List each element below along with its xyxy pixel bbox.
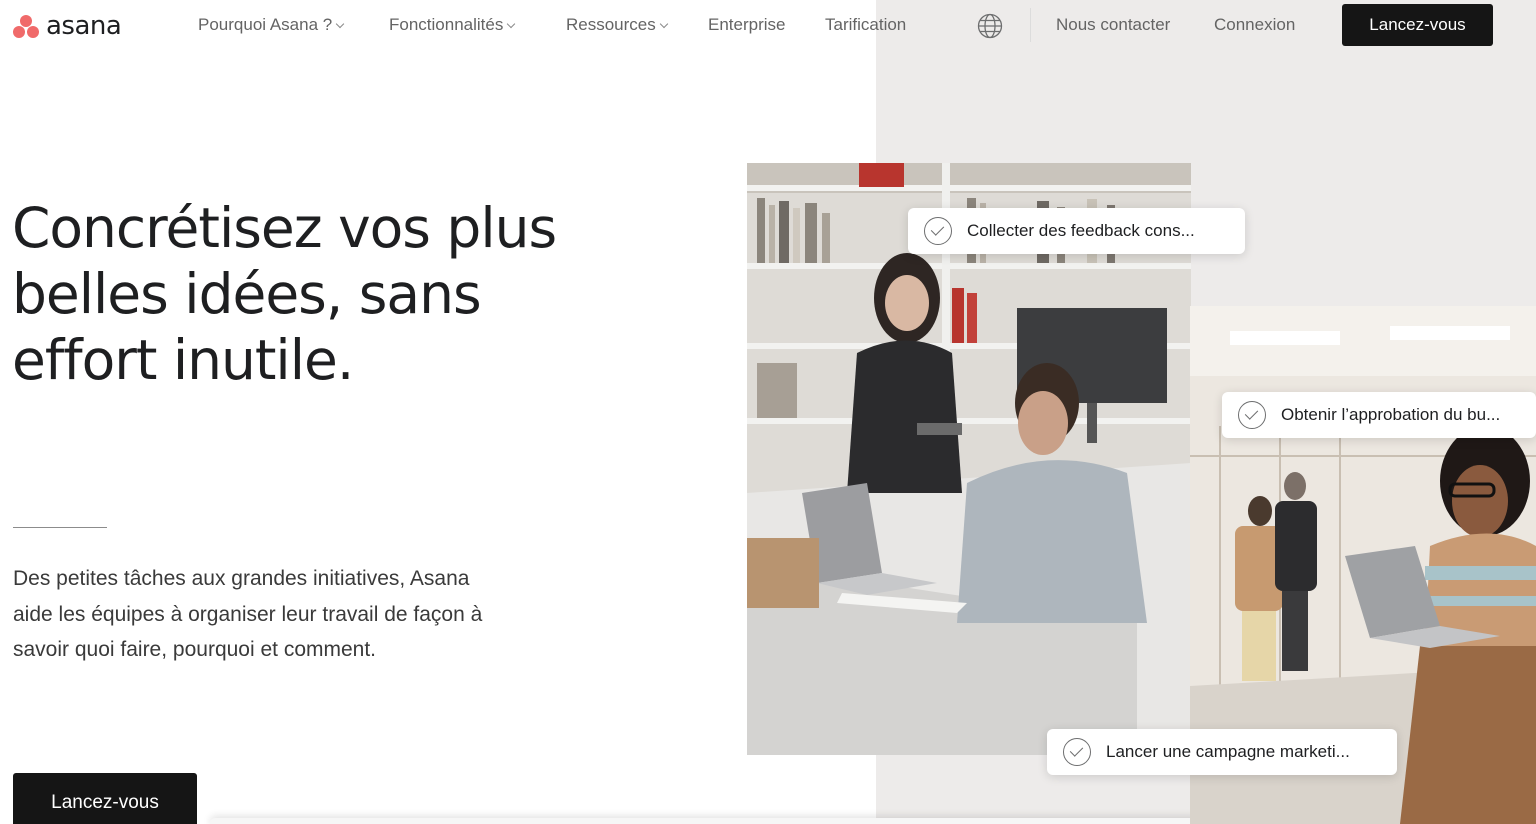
task-label: Lancer une campagne marketi...: [1106, 742, 1350, 761]
chevron-down-icon: [659, 19, 669, 29]
nav-features-label: Fonctionnalités: [389, 15, 504, 34]
nav-login[interactable]: Connexion: [1214, 15, 1295, 35]
nav-resources-label: Ressources: [566, 15, 656, 34]
top-navigation: asana Pourquoi Asana ? Fonctionnalités R…: [0, 0, 1536, 52]
nav-pricing[interactable]: Tarification: [825, 15, 906, 35]
asana-logo[interactable]: asana: [12, 10, 122, 42]
nav-why-asana-label: Pourquoi Asana ?: [198, 15, 333, 34]
scroll-card-edge: [210, 818, 1210, 824]
nav-features[interactable]: Fonctionnalités: [389, 15, 516, 35]
asana-logo-icon: [12, 12, 42, 40]
chevron-down-icon: [507, 19, 516, 29]
hero-headline: Concrétisez vos plus belles idées, sans …: [12, 196, 557, 392]
check-circle-icon[interactable]: [1063, 738, 1091, 766]
hero-divider: [13, 527, 107, 528]
nav-enterprise[interactable]: Enterprise: [708, 15, 785, 35]
nav-contact[interactable]: Nous contacter: [1056, 15, 1170, 35]
task-label: Obtenir l’approbation du bu...: [1281, 405, 1501, 424]
nav-why-asana[interactable]: Pourquoi Asana ?: [198, 15, 345, 35]
check-circle-icon[interactable]: [1238, 401, 1266, 429]
hero-subtext: Des petites tâches aux grandes initiativ…: [13, 567, 483, 661]
get-started-button[interactable]: Lancez-vous: [1342, 4, 1493, 46]
check-circle-icon[interactable]: [924, 217, 952, 245]
hero-get-started-button[interactable]: Lancez-vous: [13, 773, 197, 824]
nav-resources[interactable]: Ressources: [566, 15, 669, 35]
task-card-marketing-campaign: Lancer une campagne marketi...: [1047, 729, 1397, 775]
chevron-down-icon: [335, 19, 345, 29]
nav-divider: [1030, 8, 1031, 42]
logo-wordmark: asana: [46, 11, 122, 41]
task-card-budget-approval: Obtenir l’approbation du bu...: [1222, 392, 1536, 438]
task-card-feedback: Collecter des feedback cons...: [908, 208, 1245, 254]
task-label: Collecter des feedback cons...: [967, 221, 1195, 240]
globe-icon[interactable]: [977, 13, 1003, 39]
